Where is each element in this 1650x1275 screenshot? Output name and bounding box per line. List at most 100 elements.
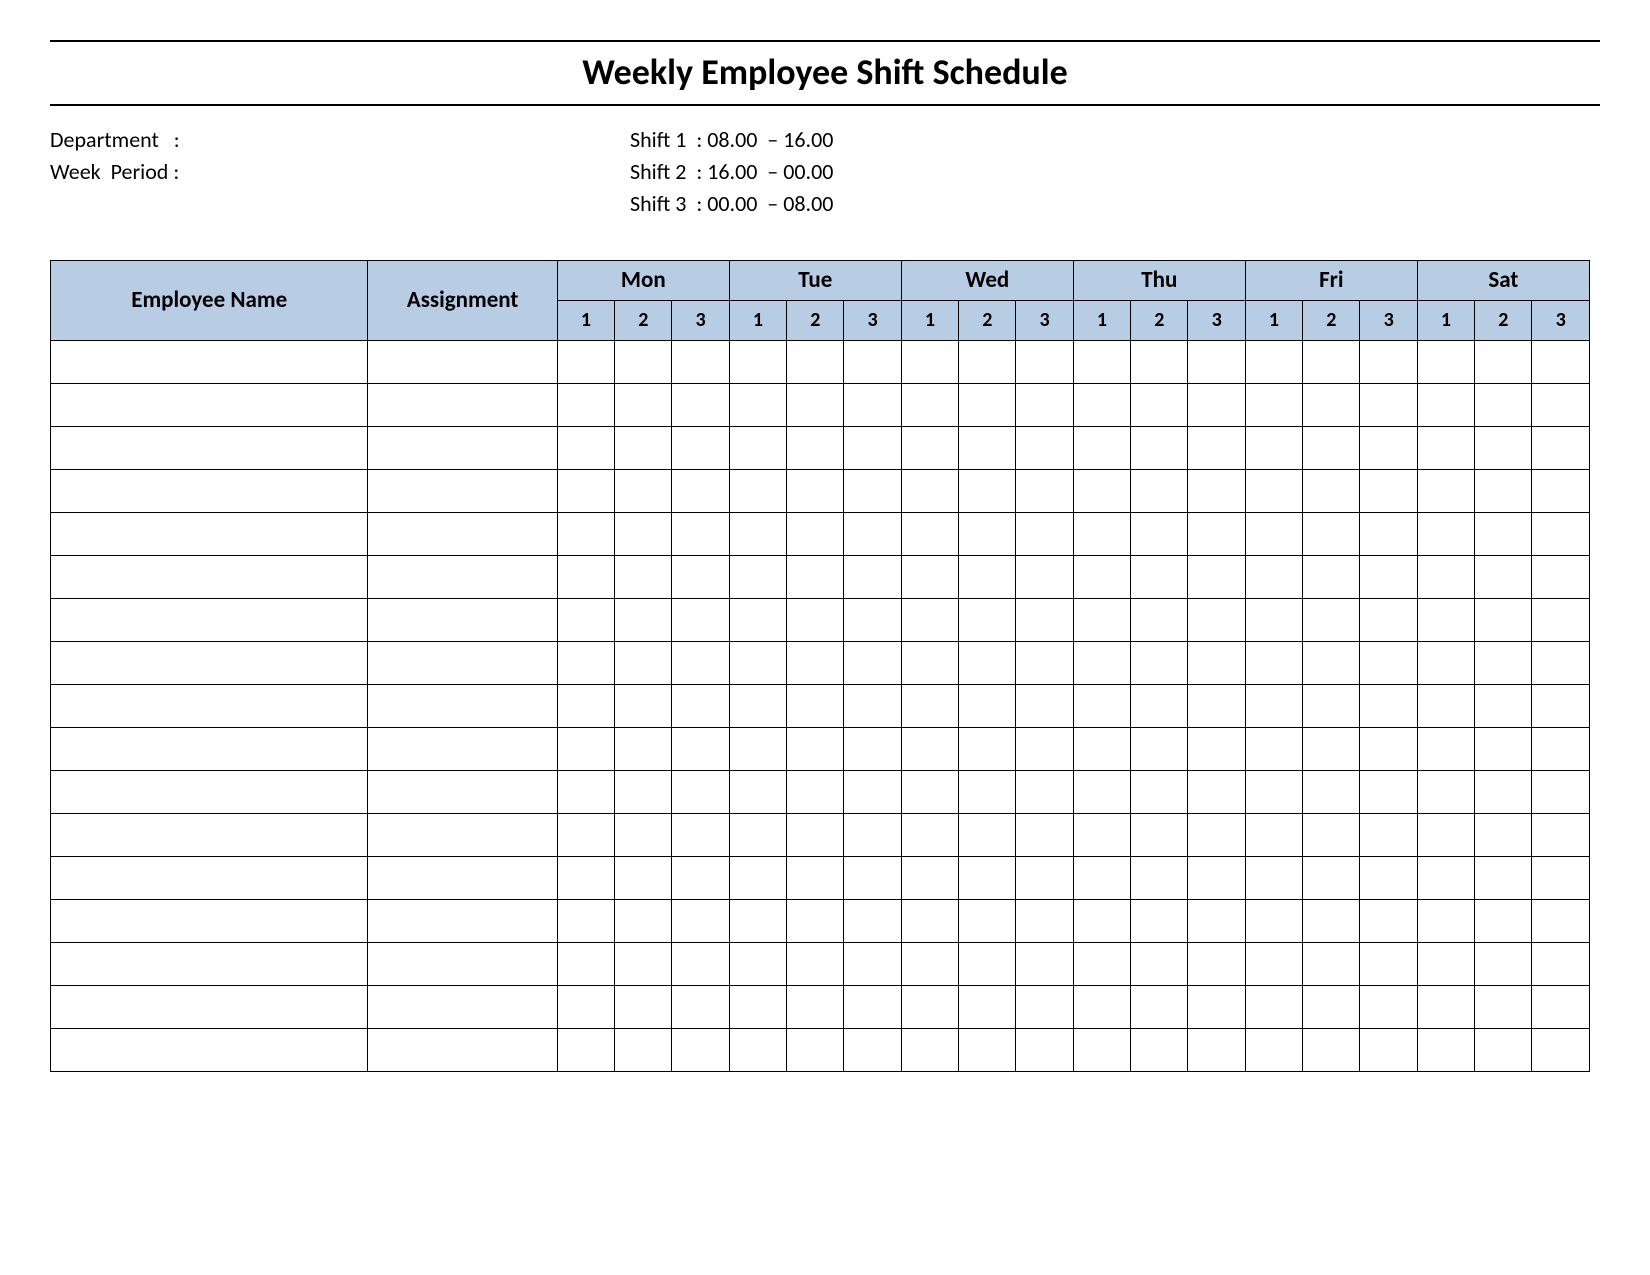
table-cell [1016, 899, 1073, 942]
table-cell [729, 641, 786, 684]
header-shift-number: 1 [729, 300, 786, 340]
table-cell [557, 899, 614, 942]
table-cell [1188, 340, 1245, 383]
shift1-row: Shift 1 : 08.00 – 16.00 [630, 124, 1600, 156]
table-cell [1475, 426, 1532, 469]
table-cell [1245, 856, 1302, 899]
table-cell [1131, 340, 1188, 383]
table-cell [1532, 383, 1590, 426]
table-cell [1073, 856, 1130, 899]
table-cell [1360, 512, 1417, 555]
table-cell [1532, 598, 1590, 641]
table-row [51, 598, 1590, 641]
header-shift-number: 3 [672, 300, 729, 340]
title-bar: Weekly Employee Shift Schedule [50, 40, 1600, 106]
table-cell [1417, 770, 1474, 813]
table-cell [1188, 1028, 1245, 1071]
shift3-label: Shift 3 : [630, 188, 702, 220]
table-cell [672, 899, 729, 942]
table-cell [844, 899, 901, 942]
table-cell [901, 469, 958, 512]
table-cell [1073, 426, 1130, 469]
table-cell [1245, 512, 1302, 555]
table-cell [1360, 1028, 1417, 1071]
table-cell [787, 1028, 844, 1071]
table-cell [1016, 813, 1073, 856]
table-cell [51, 641, 368, 684]
table-cell [1131, 1028, 1188, 1071]
table-cell [1245, 899, 1302, 942]
table-cell [557, 469, 614, 512]
table-cell [1073, 942, 1130, 985]
table-cell [1016, 598, 1073, 641]
table-cell [1360, 813, 1417, 856]
table-cell [729, 598, 786, 641]
table-cell [1417, 813, 1474, 856]
table-cell [51, 383, 368, 426]
header-shift-number: 1 [1245, 300, 1302, 340]
table-cell [1016, 684, 1073, 727]
table-cell [844, 598, 901, 641]
table-cell [1417, 727, 1474, 770]
table-cell [1131, 899, 1188, 942]
table-cell [1303, 770, 1360, 813]
table-cell [1131, 383, 1188, 426]
table-cell [672, 684, 729, 727]
week-period-label: Week Period : [50, 156, 179, 188]
header-shift-number: 2 [1303, 300, 1360, 340]
table-cell [1475, 555, 1532, 598]
table-cell [1360, 426, 1417, 469]
table-cell [1303, 985, 1360, 1028]
table-row [51, 383, 1590, 426]
table-cell [557, 426, 614, 469]
table-cell [1303, 727, 1360, 770]
table-cell [1016, 469, 1073, 512]
table-cell [1188, 813, 1245, 856]
table-cell [1188, 426, 1245, 469]
table-cell [51, 598, 368, 641]
header-shift-number: 2 [1475, 300, 1532, 340]
table-cell [729, 985, 786, 1028]
table-cell [1532, 942, 1590, 985]
table-cell [1532, 985, 1590, 1028]
table-cell [1475, 684, 1532, 727]
table-cell [959, 684, 1016, 727]
meta-right: Shift 1 : 08.00 – 16.00 Shift 2 : 16.00 … [630, 124, 1600, 220]
table-cell [672, 512, 729, 555]
table-cell [1303, 813, 1360, 856]
table-cell [1360, 985, 1417, 1028]
table-cell [1532, 899, 1590, 942]
table-cell [1417, 598, 1474, 641]
header-day: Thu [1073, 260, 1245, 300]
table-cell [1016, 555, 1073, 598]
table-cell [1360, 340, 1417, 383]
table-cell [368, 770, 557, 813]
table-cell [959, 985, 1016, 1028]
table-cell [901, 727, 958, 770]
table-row [51, 469, 1590, 512]
table-cell [557, 684, 614, 727]
table-cell [672, 340, 729, 383]
table-cell [1417, 383, 1474, 426]
table-cell [1417, 899, 1474, 942]
table-cell [615, 598, 672, 641]
table-cell [729, 813, 786, 856]
table-row [51, 856, 1590, 899]
table-cell [844, 426, 901, 469]
document-page: Weekly Employee Shift Schedule Departmen… [0, 0, 1650, 1275]
table-cell [1417, 684, 1474, 727]
page-title: Weekly Employee Shift Schedule [50, 50, 1600, 94]
table-cell [1245, 770, 1302, 813]
table-cell [1303, 598, 1360, 641]
table-cell [1475, 899, 1532, 942]
table-cell [557, 856, 614, 899]
table-cell [51, 1028, 368, 1071]
table-cell [1360, 684, 1417, 727]
table-cell [368, 1028, 557, 1071]
table-cell [1417, 856, 1474, 899]
table-cell [1131, 684, 1188, 727]
table-cell [901, 512, 958, 555]
table-cell [1188, 512, 1245, 555]
table-cell [1417, 641, 1474, 684]
table-cell [1016, 727, 1073, 770]
